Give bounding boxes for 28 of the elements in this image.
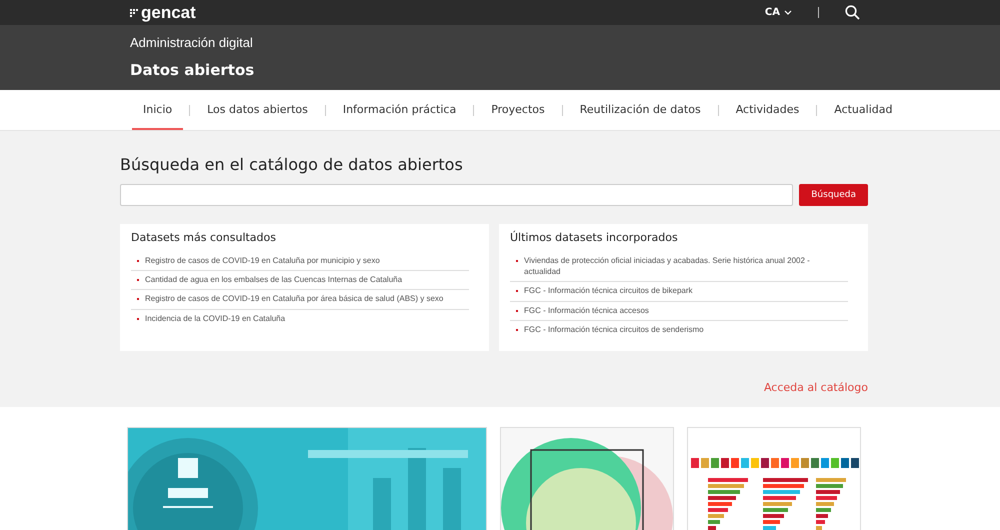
dataset-link[interactable]: Viviendas de protección oficial iniciadas y acabadas. Serie histórica anual 2002 - actualidad (510, 252, 848, 282)
dataset-link[interactable]: FGC - Información técnica circuitos de bikepark (510, 282, 848, 302)
nav-tab[interactable]: Proyectos (480, 90, 556, 130)
dataset-link[interactable]: Registro de casos de COVID-19 en Cataluña por área básica de salud (ABS) y sexo (131, 290, 469, 310)
nav-tab[interactable]: Reutilización de datos (568, 90, 712, 130)
logo[interactable]: gencat (130, 2, 196, 22)
search-button[interactable]: Búsqueda (799, 184, 868, 206)
dataset-link[interactable]: Cantidad de agua en los embalses de las Cuencas Internas de Cataluña (131, 271, 469, 290)
dataset-link[interactable]: Registro de casos de COVID-19 en Cataluña por municipio y sexo (131, 252, 469, 272)
search-heading: Búsqueda en el catálogo de datos abiertos (120, 155, 464, 174)
catalog-link[interactable]: Acceda al catálogo (764, 380, 868, 394)
search-icon[interactable] (845, 5, 860, 20)
logo-icon (130, 8, 138, 16)
panel-title: Últimos datasets incorporados (510, 231, 679, 244)
nav-tab[interactable]: Información práctica (332, 90, 468, 130)
panel-title: Datasets más consultados (131, 231, 277, 244)
dataset-link[interactable]: FGC - Información técnica accesos (510, 302, 848, 321)
search-field[interactable] (120, 184, 794, 206)
nav-tab[interactable]: Actualidad (823, 90, 904, 130)
language-selector[interactable]: CA (764, 7, 792, 18)
dataset-link[interactable]: Incidencia de la COVID-19 en Cataluña (131, 310, 469, 328)
caret-icon (784, 10, 792, 15)
nav-tab[interactable]: Actividades (724, 90, 810, 130)
header-subtitle: Administración digital (130, 35, 254, 50)
nav-tab[interactable]: Los datos abiertos (196, 90, 319, 130)
logo-text: gencat (141, 2, 196, 22)
header-title: Datos abiertos (130, 61, 256, 79)
dataset-link[interactable]: FGC - Información técnica circuitos de senderismo (510, 320, 848, 339)
